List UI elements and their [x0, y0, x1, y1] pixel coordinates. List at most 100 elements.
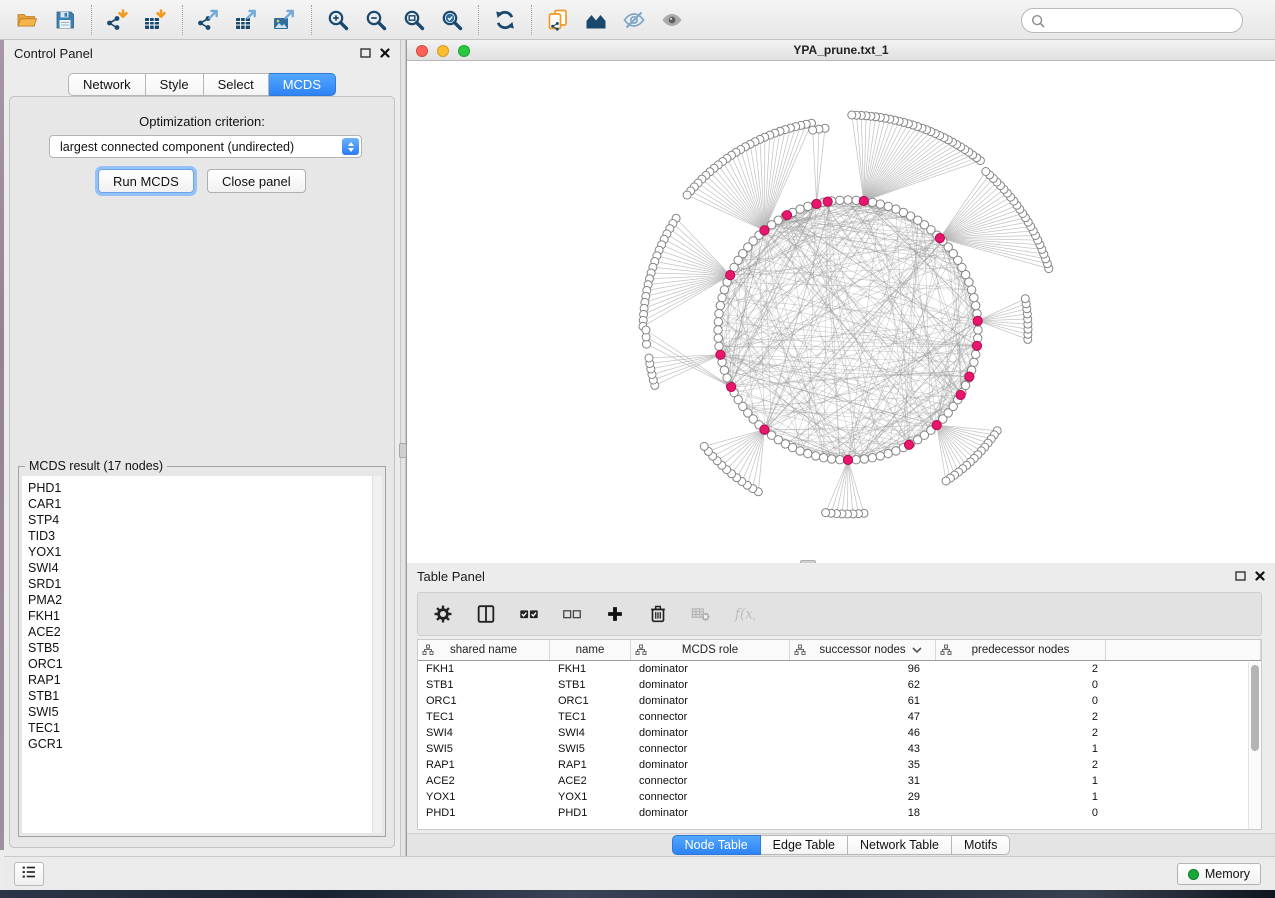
toolbar-separator	[311, 5, 312, 35]
network-window-titlebar: YPA_prune.txt_1	[407, 40, 1275, 61]
houses-button[interactable]	[577, 4, 615, 36]
close-window-button[interactable]	[416, 45, 428, 57]
cell-name: SWI5	[550, 741, 631, 757]
table-panel-title: Table Panel	[417, 569, 485, 584]
toolbar-separator	[182, 5, 183, 35]
import-table-button[interactable]	[137, 4, 175, 36]
settings-button[interactable]	[430, 601, 456, 627]
zoom-window-button[interactable]	[458, 45, 470, 57]
network-view-window: YPA_prune.txt_1	[406, 40, 1275, 563]
zoom-out-button[interactable]	[357, 4, 395, 36]
tab-select[interactable]: Select	[204, 73, 269, 96]
save-session-button[interactable]	[46, 4, 84, 36]
cell-shared-name: ORC1	[418, 693, 550, 709]
add-row-button[interactable]	[602, 601, 628, 627]
export-table-button[interactable]	[228, 4, 266, 36]
table-row[interactable]: ORC1ORC1dominator610	[418, 693, 1261, 709]
tab-network[interactable]: Network	[68, 73, 146, 96]
table-panel-tabs: Node TableEdge TableNetwork TableMotifs	[407, 833, 1275, 856]
table-row[interactable]: ACE2ACE2connector311	[418, 773, 1261, 789]
panel-list-button[interactable]	[14, 862, 44, 886]
cell-name: TEC1	[550, 709, 631, 725]
cell-name: SWI4	[550, 725, 631, 741]
import-network-icon	[106, 8, 130, 32]
criterion-dropdown[interactable]: largest connected component (undirected)	[49, 135, 362, 158]
network-canvas[interactable]	[407, 61, 1275, 563]
table-row[interactable]: STB1STB1dominator620	[418, 677, 1261, 693]
clone-network-icon	[546, 8, 570, 32]
minimize-window-button[interactable]	[437, 45, 449, 57]
cell-name: FKH1	[550, 661, 631, 677]
cell-successor-nodes: 62	[790, 677, 936, 693]
deselect-all-button[interactable]	[559, 601, 585, 627]
cell-predecessor-nodes: 2	[936, 661, 1106, 677]
cell-successor-nodes: 47	[790, 709, 936, 725]
table-row[interactable]: PHD1PHD1dominator180	[418, 805, 1261, 821]
export-network-button[interactable]	[190, 4, 228, 36]
zoom-selected-button[interactable]	[433, 4, 471, 36]
table-row[interactable]: YOX1YOX1connector291	[418, 789, 1261, 805]
close-panel-button[interactable]: Close panel	[207, 169, 306, 193]
settings-icon	[432, 603, 454, 625]
tab-style[interactable]: Style	[146, 73, 204, 96]
export-image-icon	[273, 8, 297, 32]
column-header-successor-nodes[interactable]: successor nodes	[790, 640, 936, 660]
tab-motifs[interactable]: Motifs	[952, 835, 1010, 855]
float-panel-icon[interactable]	[1235, 571, 1246, 581]
column-network-icon	[635, 644, 647, 656]
search-input[interactable]	[1051, 14, 1242, 28]
table-row[interactable]: SWI4SWI4dominator462	[418, 725, 1261, 741]
cell-name: ACE2	[550, 773, 631, 789]
mcds-result-item: FKH1	[28, 608, 382, 624]
select-all-button[interactable]	[516, 601, 542, 627]
delete-row-button[interactable]	[645, 601, 671, 627]
zoom-in-button[interactable]	[319, 4, 357, 36]
import-network-button[interactable]	[99, 4, 137, 36]
close-panel-icon[interactable]	[1255, 571, 1265, 581]
column-header-predecessor-nodes[interactable]: predecessor nodes	[936, 640, 1106, 660]
cell-predecessor-nodes: 0	[936, 693, 1106, 709]
cell-shared-name: FKH1	[418, 661, 550, 677]
mcds-result-item: GCR1	[28, 736, 382, 752]
cell-predecessor-nodes: 0	[936, 805, 1106, 821]
table-row[interactable]: RAP1RAP1dominator352	[418, 757, 1261, 773]
zoom-fit-button[interactable]	[395, 4, 433, 36]
show-graphics-details-button[interactable]	[653, 4, 691, 36]
float-panel-icon[interactable]	[360, 48, 371, 58]
cell-name: PHD1	[550, 805, 631, 821]
table-row[interactable]: FKH1FKH1dominator962	[418, 661, 1261, 677]
memory-button[interactable]: Memory	[1177, 863, 1261, 885]
tab-mcds[interactable]: MCDS	[269, 73, 336, 96]
close-panel-icon[interactable]	[380, 48, 390, 58]
add-row-icon	[604, 603, 626, 625]
mcds-result-list[interactable]: PHD1CAR1STP4TID3YOX1SWI4SRD1PMA2FKH1ACE2…	[22, 476, 382, 833]
mcds-result-item: TID3	[28, 528, 382, 544]
mcds-result-item: TEC1	[28, 720, 382, 736]
column-header-shared-name[interactable]: shared name	[418, 640, 550, 660]
hide-graphics-details-button[interactable]	[615, 4, 653, 36]
show-columns-button[interactable]	[473, 601, 499, 627]
run-mcds-button[interactable]: Run MCDS	[98, 169, 194, 193]
function-builder-icon: f(x)	[733, 603, 755, 625]
tab-node-table[interactable]: Node Table	[672, 835, 761, 855]
export-image-button[interactable]	[266, 4, 304, 36]
tab-network-table[interactable]: Network Table	[848, 835, 952, 855]
mcds-result-item: RAP1	[28, 672, 382, 688]
open-file-button[interactable]	[8, 4, 46, 36]
tab-edge-table[interactable]: Edge Table	[761, 835, 848, 855]
table-row[interactable]: SWI5SWI5connector431	[418, 741, 1261, 757]
cell-mcds-role: dominator	[631, 757, 790, 773]
column-header-mcds-role[interactable]: MCDS role	[631, 640, 790, 660]
table-scrollbar-thumb[interactable]	[1251, 665, 1259, 751]
mcds-result-item: STP4	[28, 512, 382, 528]
network-graph[interactable]	[407, 61, 1275, 563]
mcds-list-scrollbar[interactable]	[372, 476, 382, 833]
column-header-name[interactable]: name	[550, 640, 631, 660]
table-row[interactable]: TEC1TEC1connector472	[418, 709, 1261, 725]
clone-network-button[interactable]	[539, 4, 577, 36]
mcds-result-item: SWI4	[28, 560, 382, 576]
cell-shared-name: RAP1	[418, 757, 550, 773]
refresh-layout-button[interactable]	[486, 4, 524, 36]
table-scrollbar[interactable]	[1248, 662, 1261, 829]
destroy-table-icon	[690, 603, 712, 625]
